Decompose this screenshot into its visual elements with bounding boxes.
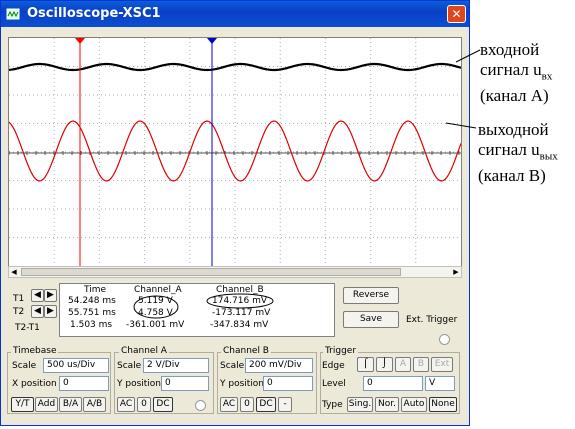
input-line-2-text: сигнал u <box>480 60 542 79</box>
output-line-2-text: сигнал u <box>478 140 540 159</box>
input-signal-annotation: входной сигнал uвх (канал А) <box>480 40 552 106</box>
output-line-3: (канал В) <box>478 166 546 186</box>
input-line-3: (канал А) <box>480 86 549 106</box>
output-line-2: сигнал uвых <box>478 140 558 166</box>
output-subscript: вых <box>539 150 558 163</box>
output-signal-annotation: выходной сигнал uвых (канал В) <box>478 120 558 186</box>
input-line-2: сигнал uвх <box>480 60 552 86</box>
input-line-1: входной <box>480 40 540 59</box>
input-subscript: вх <box>541 70 553 83</box>
output-line-1: выходной <box>478 120 549 139</box>
